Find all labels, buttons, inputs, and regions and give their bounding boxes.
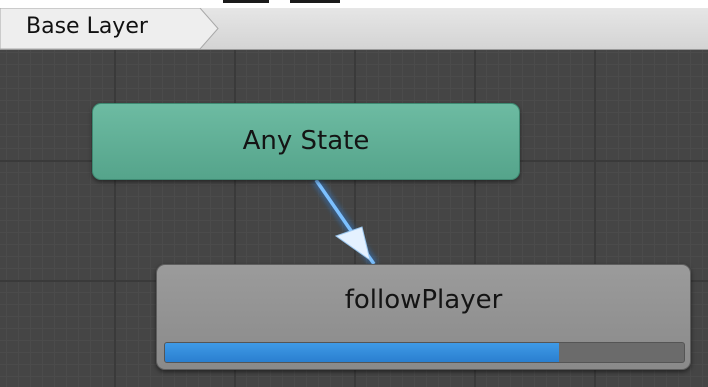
state-machine-graph[interactable]: Any State followPlayer [0,50,708,387]
follow-player-label: followPlayer [344,285,503,315]
follow-player-state-node[interactable]: followPlayer [156,264,691,370]
transition-arrowhead-icon [334,226,371,262]
breadcrumb-item-base-layer[interactable]: Base Layer [0,8,220,49]
window-top-strip [0,0,708,8]
transition-arrow[interactable] [312,177,378,267]
any-state-label: Any State [242,126,370,156]
breadcrumb-label: Base Layer [26,14,148,39]
state-progress-fill [165,343,560,362]
any-state-node[interactable]: Any State [92,103,520,180]
animator-window: Base Layer Any State followPlayer [0,0,708,387]
state-progress-bar [164,342,685,363]
toolbar-fragment [223,0,269,3]
toolbar-fragment [290,0,340,3]
breadcrumb: Base Layer [0,8,708,50]
